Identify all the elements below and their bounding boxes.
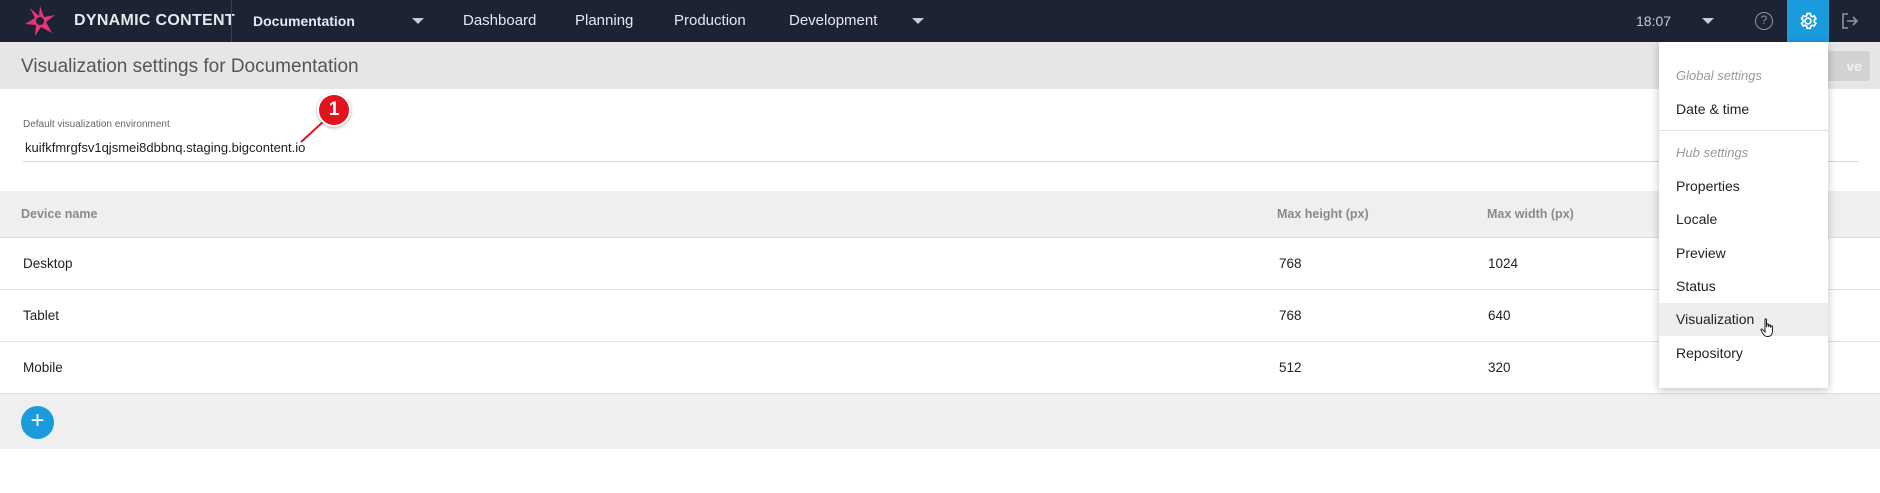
add-device-button[interactable]: + <box>21 406 54 439</box>
brand-name[interactable]: DYNAMIC CONTENT <box>74 12 235 30</box>
max-width-cell: 320 <box>1488 360 1511 375</box>
settings-menu: Global settings Date & time Hub settings… <box>1659 42 1828 388</box>
max-height-cell: 768 <box>1279 308 1302 323</box>
environment-input[interactable]: kuifkfmrgfsv1qjsmei8dbbnq.staging.bigcon… <box>25 140 305 155</box>
device-name-cell: Mobile <box>23 360 63 375</box>
annotation-badge: 1 <box>317 93 351 127</box>
table-row[interactable]: Tablet 768 640 <box>0 290 1880 342</box>
max-height-cell: 512 <box>1279 360 1302 375</box>
column-header-max-width[interactable]: Max width (px) <box>1487 207 1574 221</box>
page-title: Visualization settings for Documentation <box>21 56 359 77</box>
hub-settings-heading: Hub settings <box>1676 145 1749 160</box>
development-chevron-down-icon[interactable] <box>912 18 924 24</box>
divider <box>231 0 232 42</box>
nav-dashboard[interactable]: Dashboard <box>463 12 536 29</box>
menu-item-properties[interactable]: Properties <box>1659 170 1828 203</box>
time-chevron-down-icon[interactable] <box>1702 18 1714 24</box>
top-bar: DYNAMIC CONTENT Documentation Dashboard … <box>0 0 1880 42</box>
device-name-cell: Tablet <box>23 308 60 323</box>
table-header: Device name Max height (px) Max width (p… <box>0 191 1880 238</box>
nav-planning[interactable]: Planning <box>575 12 633 29</box>
max-width-cell: 640 <box>1488 308 1511 323</box>
max-width-cell: 1024 <box>1488 256 1519 271</box>
menu-item-date-time[interactable]: Date & time <box>1659 93 1828 126</box>
menu-item-repository[interactable]: Repository <box>1659 337 1828 370</box>
help-icon[interactable]: ? <box>1755 12 1773 30</box>
global-settings-heading: Global settings <box>1676 68 1762 83</box>
max-height-cell: 768 <box>1279 256 1302 271</box>
table-footer: + <box>0 394 1880 449</box>
input-underline <box>23 161 1858 162</box>
column-header-max-height[interactable]: Max height (px) <box>1277 207 1369 221</box>
nav-development[interactable]: Development <box>789 12 877 29</box>
dynamic-content-logo-icon[interactable] <box>22 3 58 39</box>
hub-selector[interactable]: Documentation <box>253 13 355 29</box>
column-header-device-name[interactable]: Device name <box>21 207 97 221</box>
menu-item-status[interactable]: Status <box>1659 270 1828 303</box>
hub-chevron-down-icon[interactable] <box>412 18 424 24</box>
environment-label: Default visualization environment <box>23 119 170 130</box>
device-name-cell: Desktop <box>23 256 73 271</box>
nav-production[interactable]: Production <box>674 12 746 29</box>
hand-cursor-icon <box>1760 318 1776 343</box>
clock-time: 18:07 <box>1636 13 1672 29</box>
table-row[interactable]: Mobile 512 320 <box>0 342 1880 394</box>
logout-icon[interactable] <box>1840 11 1860 36</box>
gear-icon <box>1800 12 1818 30</box>
table-row[interactable]: Desktop 768 1024 <box>0 238 1880 290</box>
menu-item-locale[interactable]: Locale <box>1659 203 1828 236</box>
menu-divider <box>1659 130 1828 131</box>
settings-button[interactable] <box>1787 0 1829 42</box>
menu-item-visualization[interactable]: Visualization <box>1659 303 1828 336</box>
menu-item-preview[interactable]: Preview <box>1659 237 1828 270</box>
page-header: Visualization settings for Documentation… <box>0 42 1880 89</box>
